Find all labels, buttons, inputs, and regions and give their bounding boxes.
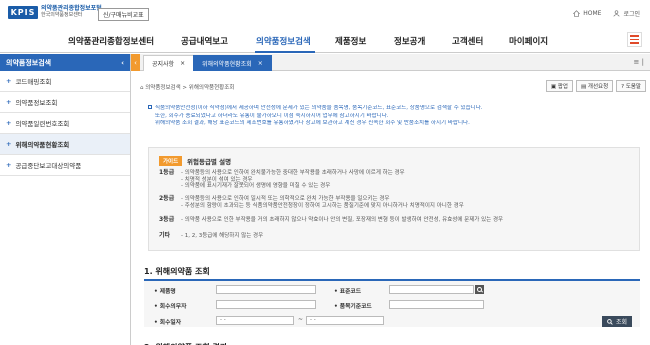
notice-text: 식품의약품안전청(이하 식약청)에서 제공하며 안전성에 문제가 있는 의약품을… [148, 105, 638, 128]
guide-title: 위험등급별 설명 [187, 158, 232, 166]
site-logo[interactable]: KPIS 의약품관리종합정보포털 한국의약품정보센터 [8, 5, 102, 19]
login-link[interactable]: 로그인 [613, 9, 640, 18]
logo-mark: KPIS [8, 5, 38, 19]
search-form: • 제품명 • 표준코드 • 회수의무자 • 품목기준코드 • 회수일자 - -… [144, 279, 640, 327]
tab-notice[interactable]: 공지사항 × [143, 55, 195, 71]
gnb-drug-search[interactable]: 의약품정보검색 [256, 35, 311, 47]
plus-icon: + [6, 140, 12, 148]
grade-guide-box: 가이드 위험등급별 설명 1등급 - 의약품등의 사용으로 인하여 완치불가능한… [148, 147, 640, 251]
improve-request-button[interactable]: ▤ 개선요청 [575, 80, 614, 92]
std-code-input[interactable] [389, 285, 474, 294]
sidebar: 의약품정보검색 ‹ + 코드매핑조회 + 의약품정보조회 + 의약품일련번호조회 + 위… [0, 54, 131, 345]
popup-button[interactable]: ▣ 팝업 [545, 80, 573, 92]
sidebar-item-hazard-drugs[interactable]: + 위해의약품현황조회 [0, 134, 130, 155]
chevron-left-icon[interactable]: ‹ [121, 59, 124, 67]
sidebar-item-supply-stop[interactable]: + 공급중단보고대상의약품 [0, 155, 130, 176]
tab-hazard-drugs[interactable]: 위해의약품현황조회 × [193, 55, 272, 71]
item-code-input[interactable] [389, 300, 484, 309]
recall-obligor-label: • 회수의무자 [154, 304, 187, 310]
gnb-drug-center[interactable]: 의약품관리종합정보센터 [68, 35, 154, 47]
search-icon [607, 318, 613, 325]
menu-icon [630, 35, 639, 37]
product-name-input[interactable] [216, 285, 316, 294]
plus-icon: + [6, 98, 12, 106]
date-separator: ~ [298, 317, 303, 323]
gnb-product-info[interactable]: 제품정보 [335, 35, 366, 47]
active-nav-indicator [255, 51, 315, 53]
search-icon[interactable] [475, 285, 484, 294]
sidebar-toggle-button[interactable]: ‹ [131, 54, 140, 71]
gnb-supply-report[interactable]: 공급내역보고 [181, 35, 228, 47]
compare-menu-button[interactable]: 신/구매뉴비교표 [98, 8, 149, 21]
recall-date-label: • 회수일자 [154, 320, 182, 326]
gnb-support[interactable]: 고객센터 [452, 35, 483, 47]
logo-title: 의약품관리종합정보포털 [41, 5, 102, 12]
guide-badge: 가이드 [159, 156, 183, 166]
gnb-mypage[interactable]: 마이페이지 [509, 35, 548, 47]
help-button[interactable]: ? 도움말 [616, 80, 646, 92]
breadcrumb: ⌂ 의약품정보검색 > 위해의약품현황조회 [140, 85, 235, 91]
close-icon[interactable]: × [180, 60, 185, 67]
product-name-label: • 제품명 [154, 289, 176, 295]
gnb-disclosure[interactable]: 정보공개 [394, 35, 425, 47]
recall-obligor-input[interactable] [216, 300, 316, 309]
main-nav: 의약품관리종합정보센터 공급내역보고 의약품정보검색 제품정보 정보공개 고객센… [0, 28, 650, 53]
bullet-icon [148, 105, 152, 109]
plus-icon: + [6, 77, 12, 85]
close-icon[interactable]: × [258, 60, 263, 67]
home-link[interactable]: HOME [573, 10, 601, 17]
logo-subtitle: 한국의약품정보센터 [41, 12, 83, 18]
tab-list-icon[interactable]: ≡ | [634, 58, 644, 66]
item-code-label: • 품목기준코드 [334, 304, 372, 310]
date-from-input[interactable]: - - [216, 316, 294, 325]
date-to-input[interactable]: - - [306, 316, 384, 325]
search-submit-button[interactable]: 조회 [601, 316, 632, 327]
user-icon [613, 10, 621, 17]
popup-icon: ▣ [550, 84, 558, 90]
plus-icon: + [6, 119, 12, 127]
sidebar-item-drug-info[interactable]: + 의약품정보조회 [0, 92, 130, 113]
edit-icon: ▤ [580, 84, 588, 90]
plus-icon: + [6, 161, 12, 169]
sidebar-title: 의약품정보검색 ‹ [0, 54, 130, 71]
sidebar-item-serial-number[interactable]: + 의약품일련번호조회 [0, 113, 130, 134]
std-code-label: • 표준코드 [334, 289, 362, 295]
top-bar: KPIS 의약품관리종합정보포털 한국의약품정보센터 신/구매뉴비교표 HOME… [0, 0, 650, 26]
hamburger-menu-button[interactable] [627, 32, 642, 47]
tab-bar: ‹ 공지사항 × 위해의약품현황조회 × ≡ | [131, 54, 650, 71]
search-section-title: 1. 위해의약품 조회 [144, 267, 210, 276]
home-icon [573, 10, 581, 17]
sidebar-item-code-mapping[interactable]: + 코드매핑조회 [0, 71, 130, 92]
